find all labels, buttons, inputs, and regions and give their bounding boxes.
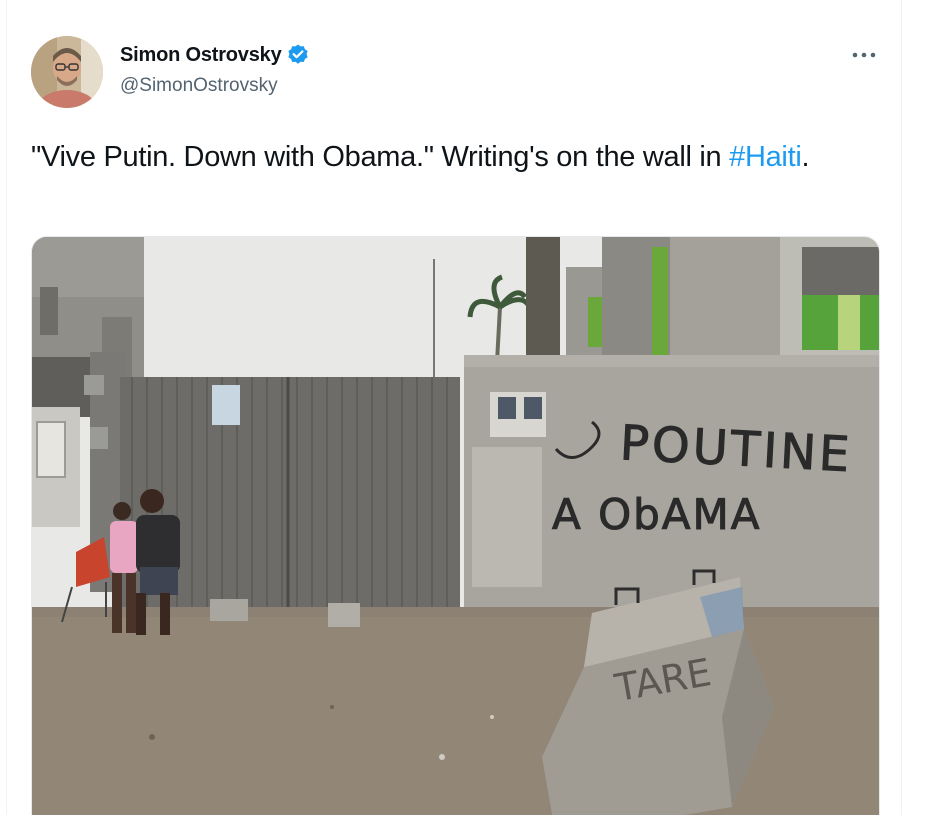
page: Simon Ostrovsky @SimonOstrovsky "Vive Pu…: [0, 0, 941, 815]
tweet-photo[interactable]: POUTINE A ObAMA TARE: [31, 236, 880, 815]
tweet-card: Simon Ostrovsky @SimonOstrovsky "Vive Pu…: [6, 0, 902, 815]
verified-badge-icon[interactable]: [286, 43, 310, 67]
more-options-button[interactable]: [849, 43, 879, 67]
tweet-text-body: "Vive Putin. Down with Obama." Writing's…: [31, 141, 730, 173]
photo-graffiti-wall: POUTINE A ObAMA TARE: [32, 237, 879, 815]
more-options-icon: [852, 52, 876, 58]
author-handle[interactable]: @SimonOstrovsky: [120, 75, 278, 97]
avatar-image: [31, 36, 103, 108]
tweet-text-end: .: [801, 141, 810, 173]
graffiti-obama: A ObAMA: [552, 490, 762, 539]
author-name-row: Simon Ostrovsky: [120, 43, 310, 67]
avatar[interactable]: [31, 36, 103, 108]
author-display-name[interactable]: Simon Ostrovsky: [120, 44, 282, 67]
tweet-text: "Vive Putin. Down with Obama." Writing's…: [31, 137, 881, 178]
hashtag-link[interactable]: #Haiti: [729, 141, 802, 173]
